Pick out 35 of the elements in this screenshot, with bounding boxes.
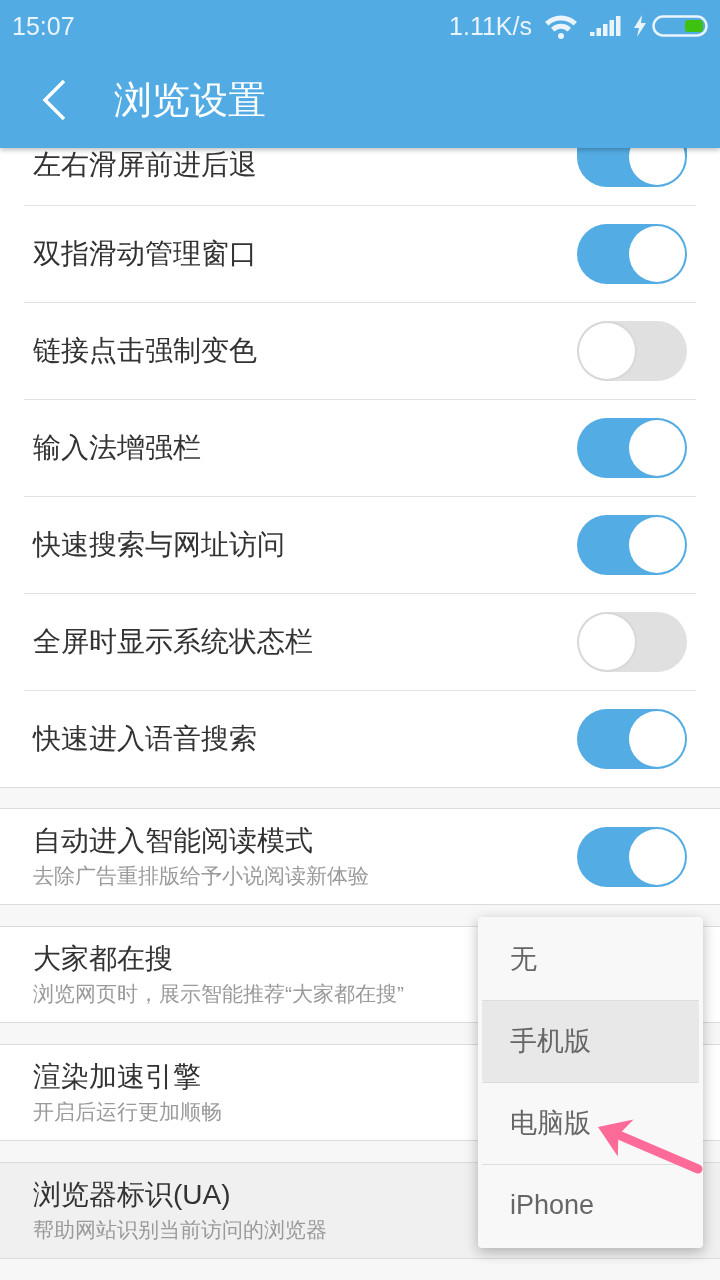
setting-label: 双指滑动管理窗口 [33,237,257,271]
menu-item[interactable]: 电脑版 [482,1083,699,1164]
toggle-switch[interactable] [577,515,687,575]
menu-item[interactable]: 手机版 [482,1001,699,1082]
card-subtitle: 开启后运行更加顺畅 [33,1098,222,1125]
battery-icon [652,15,708,37]
network-speed: 1.11K/s [449,13,532,39]
charging-bolt-icon [634,15,646,37]
settings-card[interactable]: 自动进入智能阅读模式 去除广告重排版给予小说阅读新体验 [0,808,720,905]
setting-label: 全屏时显示系统状态栏 [33,625,313,659]
toggle-switch[interactable] [577,612,687,672]
setting-label: 快速搜索与网址访问 [33,528,285,562]
status-time: 15:07 [12,13,75,39]
card-subtitle: 去除广告重排版给予小说阅读新体验 [33,862,369,889]
signal-icon [590,16,622,36]
card-title: 自动进入智能阅读模式 [33,823,314,858]
page-title: 浏览设置 [114,81,266,119]
setting-label: 左右滑屏前进后退 [33,148,257,182]
toggle-switch[interactable] [577,321,687,381]
card-title: 大家都在搜 [33,941,174,976]
setting-label: 输入法增强栏 [33,431,201,465]
toggle-switch[interactable] [577,418,687,478]
setting-label: 快速进入语音搜索 [33,722,257,756]
toggle-switch[interactable] [577,224,687,284]
back-button[interactable] [40,78,68,122]
setting-label: 链接点击强制变色 [33,334,257,368]
card-subtitle: 帮助网站识别当前访问的浏览器 [33,1216,327,1243]
toggle-switch[interactable] [577,148,687,187]
card-title: 浏览器标识(UA) [33,1177,232,1212]
wifi-icon [544,13,578,39]
card-subtitle: 浏览网页时，展示智能推荐“大家都在搜” [33,980,404,1007]
back-icon [41,79,67,121]
card-title: 渲染加速引擎 [33,1059,202,1094]
toggle-switch[interactable] [577,709,687,769]
menu-item[interactable]: iPhone [482,1165,699,1246]
